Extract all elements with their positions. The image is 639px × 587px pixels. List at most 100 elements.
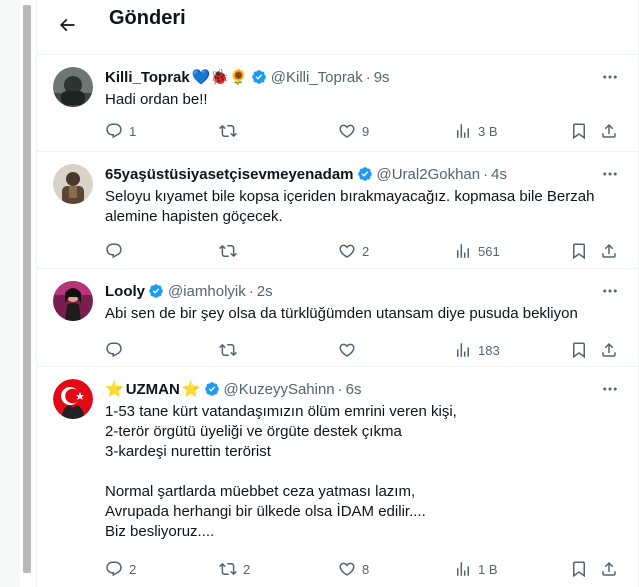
separator-dot: · <box>483 165 489 183</box>
avatar[interactable] <box>53 67 93 107</box>
share-icon <box>602 243 616 258</box>
tweet-line: Normal şartlarda müebbet ceza yatması la… <box>105 483 416 500</box>
separator-dot: · <box>365 68 371 86</box>
retweet-button[interactable] <box>219 340 243 360</box>
timestamp[interactable]: 6s <box>346 381 362 398</box>
verified-badge-icon[interactable] <box>357 166 373 182</box>
retweet-icon <box>219 124 237 138</box>
reply-button[interactable] <box>105 340 129 360</box>
reply-button[interactable] <box>105 241 129 261</box>
avatar[interactable] <box>53 281 93 321</box>
like-button[interactable] <box>338 340 362 360</box>
bookmark-button[interactable] <box>570 559 588 579</box>
tweet-text: Seloyu kıyamet bile kopsa içeriden bırak… <box>105 187 625 227</box>
tweet-line: Avrupada herhangi bir ülkede olsa İDAM e… <box>105 503 426 520</box>
reply-button[interactable]: 1 <box>105 121 136 141</box>
page-header: Gönderi <box>37 0 638 55</box>
display-name[interactable]: Killi_Toprak <box>105 69 190 86</box>
user-handle[interactable]: @KuzeyySahinn <box>224 381 335 398</box>
display-name[interactable]: UZMAN <box>126 381 180 398</box>
page-title: Gönderi <box>109 7 186 29</box>
view-count: 1 B <box>478 561 498 577</box>
more-button[interactable] <box>600 281 620 301</box>
avatar[interactable] <box>53 164 93 204</box>
avatar-image <box>53 67 93 107</box>
more-button[interactable] <box>600 164 620 184</box>
tweet-actions: 2 561 <box>105 241 625 261</box>
views-button[interactable]: 1 B <box>454 559 498 579</box>
retweet-icon <box>219 562 237 576</box>
view-count: 183 <box>478 342 500 358</box>
share-button[interactable] <box>600 340 618 360</box>
display-name[interactable]: Looly <box>105 283 145 300</box>
user-handle[interactable]: @Ural2Gokhan <box>377 166 481 183</box>
tweet-line: Abi sen de bir şey olsa da türklüğümden … <box>105 305 578 322</box>
tweet[interactable]: ⭐ UZMAN ⭐ @KuzeyySahinn · 6s 1-53 tane k… <box>37 367 638 587</box>
retweet-count: 2 <box>243 561 251 577</box>
share-icon <box>602 123 616 138</box>
like-button[interactable]: 9 <box>338 121 369 141</box>
heart-icon <box>339 343 355 357</box>
tweet-line: Seloyu kıyamet bile kopsa içeriden bırak… <box>105 188 595 205</box>
bookmark-icon <box>573 123 585 140</box>
like-count: 8 <box>362 561 370 577</box>
avatar-image <box>53 379 93 419</box>
user-handle[interactable]: @iamholyik <box>168 283 246 300</box>
more-button[interactable] <box>600 67 620 87</box>
retweet-button[interactable] <box>219 241 243 261</box>
views-button[interactable]: 183 <box>454 340 500 360</box>
retweet-button[interactable]: 2 <box>219 559 250 579</box>
avatar[interactable] <box>53 379 93 419</box>
tweet[interactable]: 65yaşüstüsiyasetçisevmeyenadam @Ural2Gok… <box>37 152 638 269</box>
verified-badge-icon[interactable] <box>148 283 164 299</box>
tweet-header: ⭐ UZMAN ⭐ @KuzeyySahinn · 6s <box>105 379 362 399</box>
like-button[interactable]: 8 <box>338 559 369 579</box>
tweet[interactable]: Killi_Toprak 💙🐞🌻 @Killi_Toprak · 9s Hadi… <box>37 55 638 152</box>
bookmark-button[interactable] <box>570 340 588 360</box>
bookmark-button[interactable] <box>570 121 588 141</box>
verified-badge-icon[interactable] <box>251 69 267 85</box>
more-horizontal-icon <box>603 172 617 176</box>
more-horizontal-icon <box>603 75 617 79</box>
name-prefix-emoji: ⭐ <box>105 381 124 398</box>
reply-icon <box>106 342 122 358</box>
tweet-actions: 1 9 3 B <box>105 121 625 141</box>
views-button[interactable]: 561 <box>454 241 500 261</box>
bookmark-button[interactable] <box>570 241 588 261</box>
share-button[interactable] <box>600 559 618 579</box>
tweet-line: Hadi ordan be!! <box>105 91 208 108</box>
like-button[interactable]: 2 <box>338 241 369 261</box>
arrow-left-icon <box>59 18 75 32</box>
reply-icon <box>106 243 122 259</box>
reply-icon <box>106 561 122 577</box>
share-icon <box>602 561 616 576</box>
timestamp[interactable]: 9s <box>374 69 390 86</box>
retweet-button[interactable] <box>219 121 243 141</box>
name-emojis: 💙🐞🌻 <box>191 69 248 86</box>
verified-badge-icon[interactable] <box>204 381 220 397</box>
views-button[interactable]: 3 B <box>454 121 498 141</box>
tweet[interactable]: Looly @iamholyik · 2s Abi sen de bir şey… <box>37 269 638 367</box>
tweet-line: 2-terör örgütü üyeliği ve örgüte destek … <box>105 423 402 440</box>
more-horizontal-icon <box>603 387 617 391</box>
bookmark-icon <box>573 342 585 359</box>
views-icon <box>457 244 469 258</box>
retweet-icon <box>219 244 237 258</box>
scrollbar-thumb[interactable] <box>23 5 31 573</box>
share-button[interactable] <box>600 121 618 141</box>
timestamp[interactable]: 2s <box>257 283 273 300</box>
share-icon <box>602 342 616 357</box>
user-handle[interactable]: @Killi_Toprak <box>271 69 363 86</box>
heart-icon <box>339 124 355 138</box>
reply-button[interactable]: 2 <box>105 559 136 579</box>
tweet-actions: 2 2 8 1 B <box>105 559 625 579</box>
tweet-line: 1-53 tane kürt vatandaşımızın ölüm emrin… <box>105 403 457 420</box>
views-icon <box>457 124 469 138</box>
more-button[interactable] <box>600 379 620 399</box>
display-name[interactable]: 65yaşüstüsiyasetçisevmeyenadam <box>105 166 354 183</box>
timestamp[interactable]: 4s <box>491 166 507 183</box>
back-button[interactable] <box>49 7 85 43</box>
share-button[interactable] <box>600 241 618 261</box>
tweet-line: Biz besliyoruz.... <box>105 523 215 540</box>
tweet-actions: 183 <box>105 340 625 360</box>
